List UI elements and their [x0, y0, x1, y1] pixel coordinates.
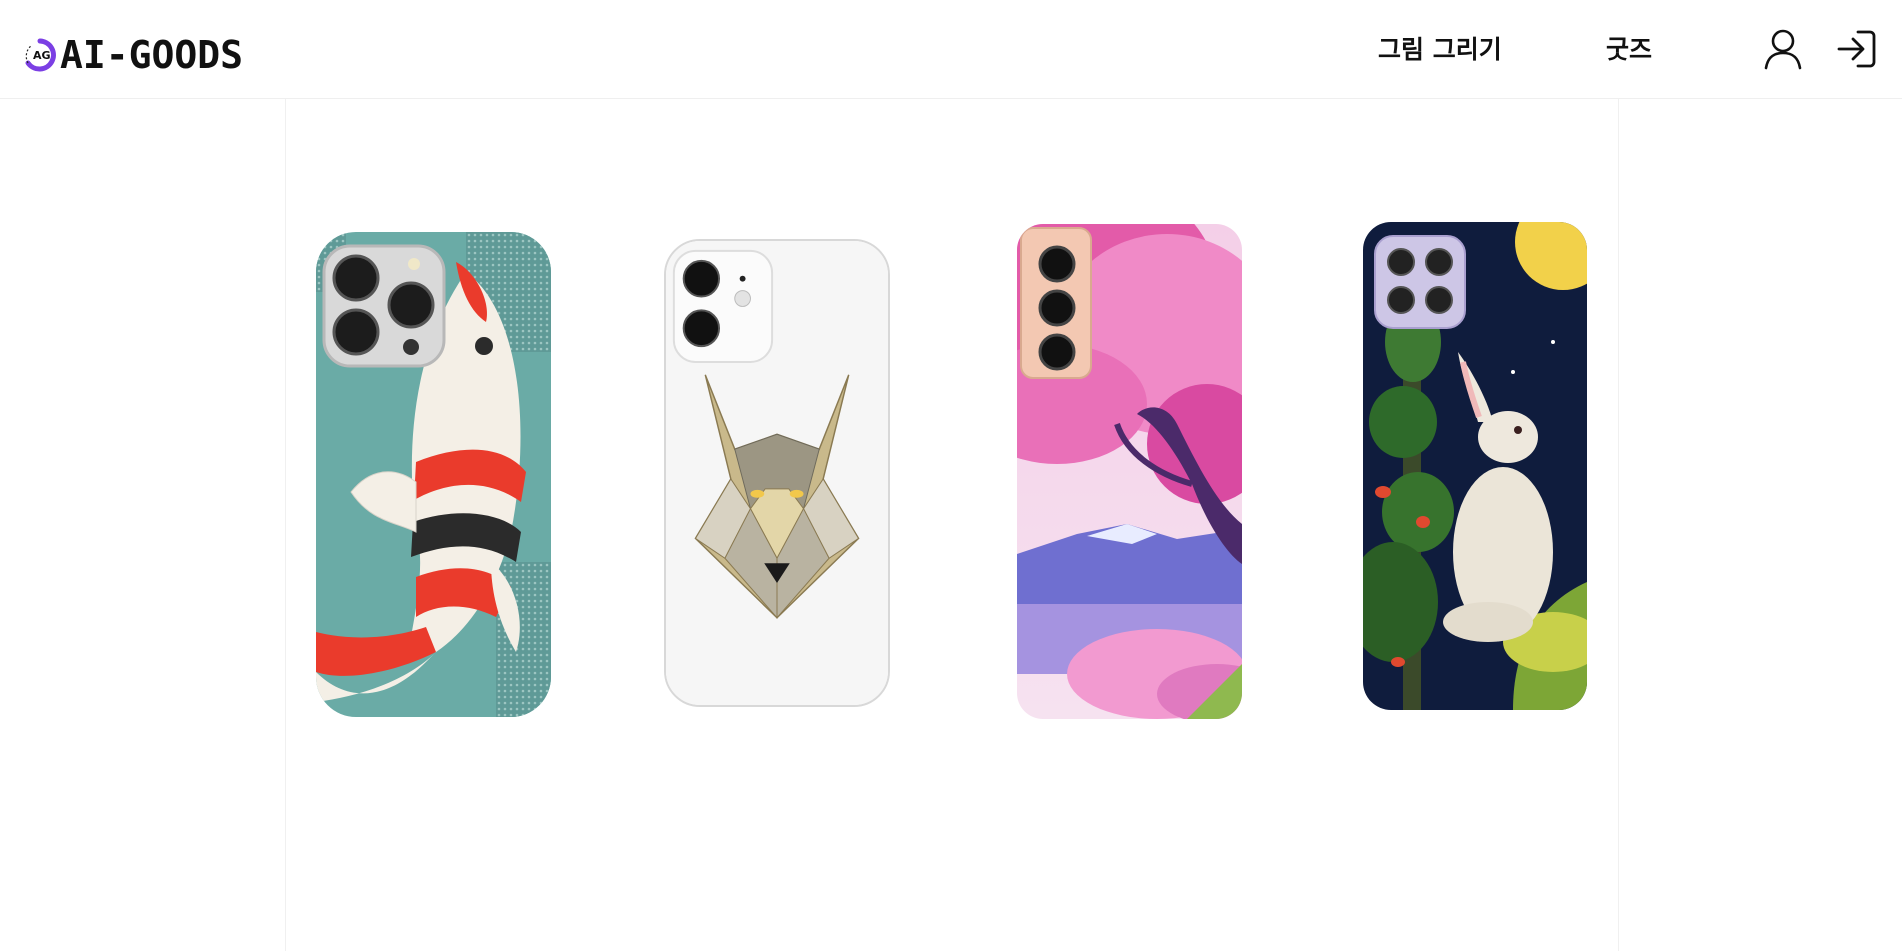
product-wolf-case[interactable]	[664, 239, 890, 707]
logo-mark-text: AG	[33, 49, 51, 62]
logo-mark-icon: AG	[22, 37, 58, 73]
cherry-blossom-image	[1017, 224, 1242, 719]
top-header: AG AI-GOODS 그림 그리기 굿즈	[0, 0, 1902, 99]
logo[interactable]: AG AI-GOODS	[22, 36, 243, 74]
product-rabbit-case[interactable]	[1363, 222, 1587, 710]
user-icon[interactable]	[1762, 26, 1804, 72]
nav-draw-link[interactable]: 그림 그리기	[1378, 32, 1502, 68]
geometric-wolf-image	[666, 241, 888, 705]
product-koi-case[interactable]	[316, 232, 551, 717]
login-icon[interactable]	[1836, 26, 1878, 72]
nav-goods-link[interactable]: 굿즈	[1606, 32, 1652, 68]
koi-fish-image	[316, 232, 551, 717]
moon-rabbit-image	[1363, 222, 1587, 710]
logo-text: AI-GOODS	[60, 33, 244, 77]
product-cherry-case[interactable]	[1017, 224, 1242, 719]
